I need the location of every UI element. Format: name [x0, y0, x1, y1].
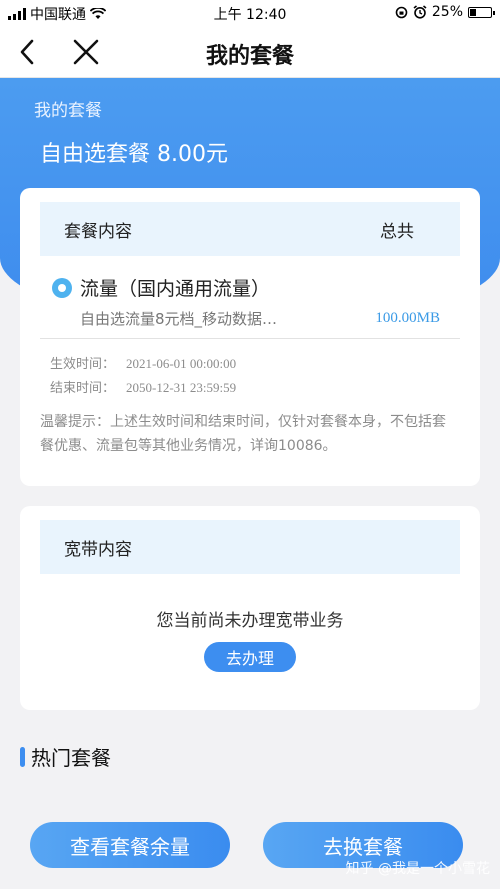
battery-icon [468, 6, 495, 18]
header-label: 我的套餐 [34, 101, 102, 121]
tip-text: 温馨提示：上述生效时间和结束时间，仅针对套餐本身，不包括套餐优惠、流量包等其他业… [40, 414, 446, 454]
plan-item[interactable]: 流量（国内通用流量） [52, 274, 270, 301]
divider [40, 338, 460, 339]
apply-broadband-button[interactable]: 去办理 [204, 642, 296, 672]
plan-card-header: 套餐内容 总共 [40, 202, 460, 256]
effective-date-row: 生效时间： 2021-06-01 00:00:00 [50, 353, 236, 372]
hot-packages-section: 热门套餐 [20, 742, 111, 771]
watermark: 知乎 @我是一个小雪花 [345, 861, 490, 877]
plan-total-heading: 总共 [380, 221, 414, 242]
broadband-message: 您当前尚未办理宽带业务 [156, 611, 344, 631]
alarm-icon [413, 5, 427, 19]
status-bar: 中国联通 上午 12:40 25% [0, 0, 500, 26]
nav-bar: 我的套餐 [0, 26, 500, 78]
plan-card: 套餐内容 总共 流量（国内通用流量） 自由选流量8元档_移动数据… 100.00… [20, 188, 480, 486]
effective-date-label: 生效时间： [50, 356, 116, 371]
broadband-card-header: 宽带内容 [40, 520, 460, 574]
battery-percent: 25% [431, 4, 463, 20]
current-package: 自由选套餐 8.00元 [40, 142, 228, 167]
end-date-value: 2050-12-31 23:59:59 [126, 380, 237, 395]
plan-content-heading: 套餐内容 [64, 221, 132, 242]
hot-packages-title: 热门套餐 [31, 746, 111, 770]
plan-item-amount: 100.00MB [375, 310, 440, 326]
status-right: 25% [395, 4, 495, 20]
broadband-heading: 宽带内容 [64, 539, 132, 560]
check-balance-button[interactable]: 查看套餐余量 [30, 822, 230, 868]
rotation-lock-icon [395, 6, 408, 18]
broadband-card: 宽带内容 您当前尚未办理宽带业务 去办理 [20, 506, 480, 710]
effective-date-value: 2021-06-01 00:00:00 [126, 356, 237, 371]
radio-selected-icon [52, 277, 72, 298]
battery-fill [470, 8, 476, 16]
plan-item-desc: 自由选流量8元档_移动数据… [80, 310, 278, 328]
end-date-label: 结束时间： [50, 380, 116, 395]
section-marker [20, 746, 25, 767]
page-title: 我的套餐 [205, 44, 294, 69]
end-date-row: 结束时间： 2050-12-31 23:59:59 [50, 377, 236, 396]
plan-item-title: 流量（国内通用流量） [80, 278, 271, 300]
